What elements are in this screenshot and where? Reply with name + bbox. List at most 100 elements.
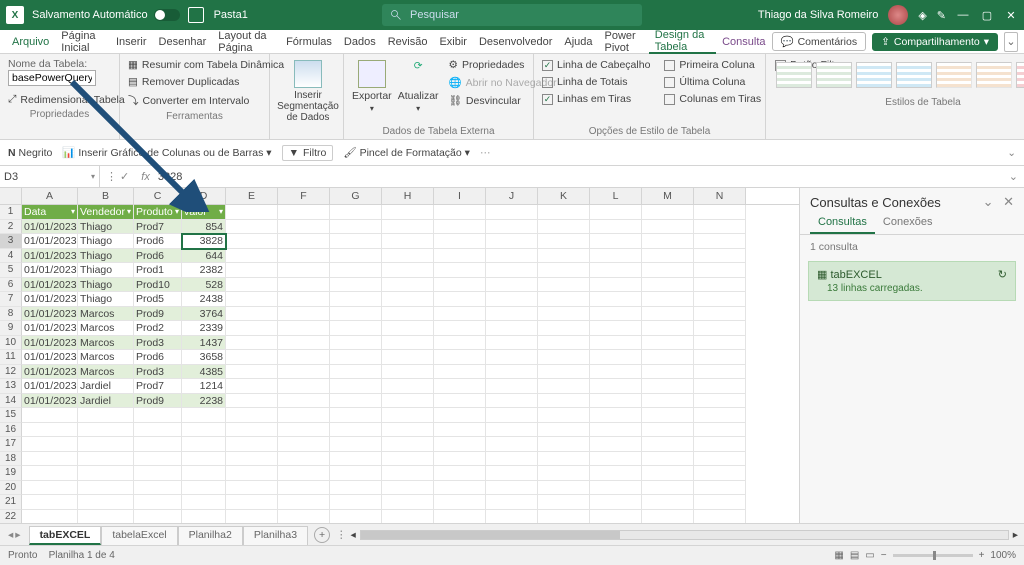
cell[interactable] [590,350,642,365]
row-header[interactable]: 18 [0,452,22,467]
cell[interactable]: 01/01/2023 [22,249,78,264]
cell[interactable] [182,437,226,452]
cell[interactable]: 2339 [182,321,226,336]
table-style-7[interactable] [1016,62,1024,88]
cell[interactable] [278,365,330,380]
toolbar-more-icon[interactable]: ⋯ [480,147,491,159]
cell[interactable] [382,321,434,336]
cell[interactable] [642,495,694,510]
cell[interactable]: Prod9 [134,394,182,409]
row-header[interactable]: 10 [0,336,22,351]
cell[interactable] [538,336,590,351]
row-header[interactable]: 7 [0,292,22,307]
cell[interactable] [182,408,226,423]
sheet-tab-planilha2[interactable]: Planilha2 [178,526,243,545]
formula-value[interactable]: 3828 [158,171,182,183]
cell[interactable]: 01/01/2023 [22,321,78,336]
cell[interactable] [278,234,330,249]
cell[interactable] [330,495,382,510]
cell[interactable] [590,365,642,380]
sheet-tab-tabelaexcel[interactable]: tabelaExcel [101,526,177,545]
cell[interactable] [226,365,278,380]
cell[interactable] [134,495,182,510]
table-header-valor[interactable]: valor▾ [182,205,226,220]
insert-chart-button[interactable]: 📊 Inserir Gráfico de Colunas ou de Barra… [62,146,271,159]
table-style-1[interactable] [776,62,812,88]
cell[interactable] [538,263,590,278]
export-button[interactable]: Exportar▾ [352,58,392,124]
cell[interactable] [538,495,590,510]
cell[interactable] [330,220,382,235]
col-header-D[interactable]: D [182,188,226,204]
cell[interactable] [590,437,642,452]
cell[interactable] [434,350,486,365]
cell[interactable]: 01/01/2023 [22,220,78,235]
tab-exibir[interactable]: Exibir [433,30,473,54]
sheet-tab-planilha3[interactable]: Planilha3 [243,526,308,545]
ribbon-collapse-icon[interactable]: ⌄ [1004,32,1018,52]
col-header-E[interactable]: E [226,188,278,204]
cell[interactable] [330,437,382,452]
cell[interactable] [226,321,278,336]
cell[interactable] [538,234,590,249]
row-header[interactable]: 8 [0,307,22,322]
table-style-5[interactable] [936,62,972,88]
cell[interactable] [486,408,538,423]
cell[interactable] [382,263,434,278]
col-header-H[interactable]: H [382,188,434,204]
cell[interactable] [226,278,278,293]
cell[interactable] [278,249,330,264]
cell[interactable] [226,307,278,322]
cell[interactable] [278,510,330,524]
cell[interactable] [382,278,434,293]
cell[interactable] [330,365,382,380]
cell[interactable] [694,408,746,423]
cell[interactable] [486,452,538,467]
close-icon[interactable]: ✕ [1004,8,1018,22]
convert-range-button[interactable]: ⤵ Converter em Intervalo [128,92,261,109]
cell[interactable] [226,249,278,264]
cell[interactable] [278,205,330,220]
cell[interactable] [538,379,590,394]
cell[interactable]: Thiago [78,278,134,293]
banded-rows-check[interactable]: Linhas em Tiras [542,92,650,106]
formula-expand-icon[interactable]: ⌄ [1003,170,1024,183]
cell[interactable] [590,292,642,307]
cell[interactable] [434,234,486,249]
cell[interactable]: Marcos [78,336,134,351]
format-painter-button[interactable]: 🖌 Pincel de Formatação ▾ [343,146,470,159]
cell[interactable] [182,495,226,510]
cell[interactable] [330,394,382,409]
cell[interactable] [22,510,78,524]
row-header[interactable]: 16 [0,423,22,438]
cell[interactable] [642,408,694,423]
cell[interactable] [78,437,134,452]
row-header[interactable]: 20 [0,481,22,496]
cell[interactable] [382,510,434,524]
cell[interactable]: Prod6 [134,350,182,365]
tab-ajuda[interactable]: Ajuda [558,30,598,54]
cell[interactable] [278,321,330,336]
hscrollbar[interactable] [360,530,1009,540]
cell[interactable] [226,220,278,235]
zoom-out-icon[interactable]: − [881,550,887,561]
row-header[interactable]: 17 [0,437,22,452]
cell[interactable] [486,466,538,481]
sheet-nav-prev-icon[interactable]: ◂ [8,529,13,541]
cell[interactable] [226,292,278,307]
cell[interactable] [642,423,694,438]
cell[interactable] [134,510,182,524]
banded-cols-check[interactable]: Colunas em Tiras [664,92,761,106]
row-header[interactable]: 12 [0,365,22,380]
cell[interactable]: 01/01/2023 [22,365,78,380]
insert-slicer-button[interactable]: Inserir Segmentação de Dados [278,58,338,123]
bold-button[interactable]: N Negrito [8,147,52,159]
cell[interactable] [330,510,382,524]
cell[interactable] [382,205,434,220]
col-header-A[interactable]: A [22,188,78,204]
cell[interactable] [694,234,746,249]
cell[interactable]: 2238 [182,394,226,409]
cell[interactable] [694,220,746,235]
cell[interactable] [278,481,330,496]
cell[interactable]: 01/01/2023 [22,263,78,278]
